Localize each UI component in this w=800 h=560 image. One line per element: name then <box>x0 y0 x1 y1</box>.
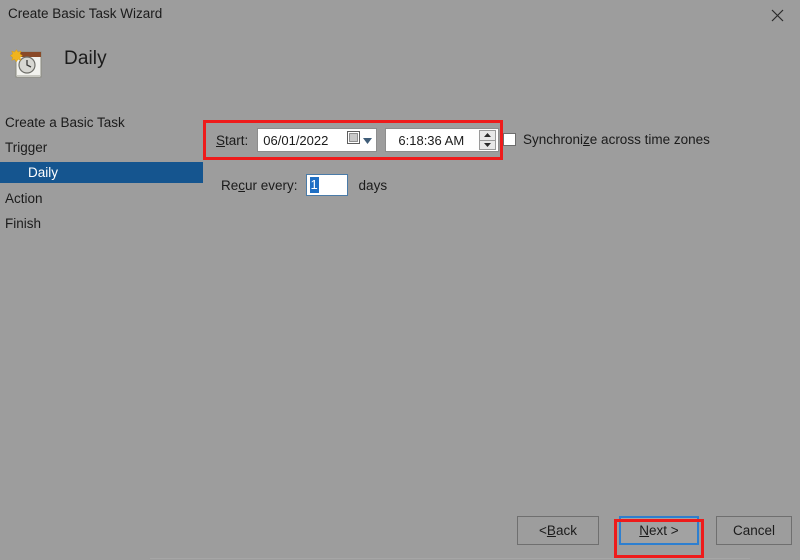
sidebar-item-action[interactable]: Action <box>0 188 203 209</box>
start-label: Start: <box>216 133 248 148</box>
synchronize-timezones-label: Synchronize across time zones <box>523 132 710 147</box>
spinner-down-icon[interactable] <box>479 141 496 151</box>
daily-task-clock-icon <box>8 42 48 82</box>
recur-every-input[interactable]: 1 <box>306 174 348 196</box>
page-title: Daily <box>64 48 107 70</box>
title-bar: Create Basic Task Wizard <box>0 0 800 30</box>
wizard-header: Daily <box>0 30 800 108</box>
start-date-value: 06/01/2022 <box>258 133 328 148</box>
date-picker-controls[interactable] <box>347 129 372 151</box>
synchronize-timezones-checkbox[interactable] <box>503 133 516 146</box>
close-button[interactable] <box>754 0 800 30</box>
sidebar-item-create-a-basic-task[interactable]: Create a Basic Task <box>0 112 203 133</box>
chevron-down-icon[interactable] <box>363 131 372 149</box>
synchronize-timezones-row[interactable]: Synchronize across time zones <box>503 132 710 147</box>
sidebar-item-daily[interactable]: Daily <box>0 162 203 183</box>
sidebar-item-trigger[interactable]: Trigger <box>0 137 203 158</box>
cancel-button[interactable]: Cancel <box>716 516 792 545</box>
wizard-footer: < Back Next > Cancel <box>0 502 800 560</box>
time-spinner[interactable] <box>479 130 496 150</box>
start-datetime-row: Start: 06/01/2022 6:18:36 AM <box>216 128 499 152</box>
recur-every-value: 1 <box>310 177 319 193</box>
start-time-input[interactable]: 6:18:36 AM <box>385 128 499 152</box>
wizard-steps-sidebar: Create a Basic Task Trigger Daily Action… <box>0 112 203 502</box>
recur-every-label: Recur every: <box>221 178 298 193</box>
close-icon <box>771 9 784 22</box>
recur-every-row: Recur every: 1 days <box>221 174 387 196</box>
window-title: Create Basic Task Wizard <box>8 6 162 21</box>
recur-unit-label: days <box>359 178 388 193</box>
next-button[interactable]: Next > <box>619 516 699 545</box>
calendar-icon[interactable] <box>347 131 360 149</box>
window-bottom-divider <box>150 558 750 559</box>
spinner-up-icon[interactable] <box>479 130 496 141</box>
sidebar-item-finish[interactable]: Finish <box>0 213 203 234</box>
back-button[interactable]: < Back <box>517 516 599 545</box>
start-date-input[interactable]: 06/01/2022 <box>257 128 377 152</box>
main-content: Start: 06/01/2022 6:18:36 AM <box>203 112 800 502</box>
